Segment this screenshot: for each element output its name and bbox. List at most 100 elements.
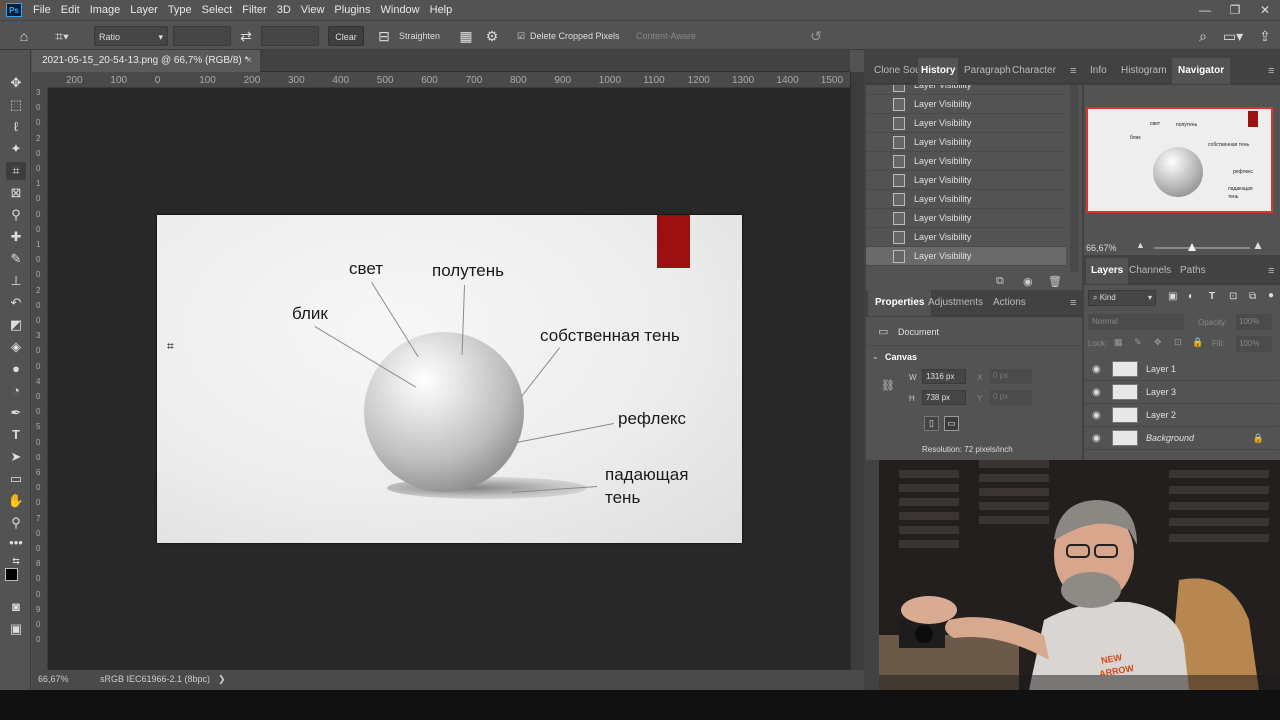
eraser-tool-icon[interactable]: ◩	[6, 316, 26, 334]
height-ratio-field[interactable]	[261, 26, 319, 46]
minimize-button[interactable]: —	[1190, 3, 1220, 17]
zoom-in-icon[interactable]: ▲	[1252, 238, 1264, 252]
navigator-preview[interactable]: свет полутень блик собственная тень рефл…	[1086, 107, 1273, 213]
new-document-from-state-icon[interactable]: ⧉	[996, 275, 1004, 288]
blur-tool-icon[interactable]: ●	[6, 360, 26, 378]
tab-character[interactable]: Character	[1012, 58, 1056, 84]
menu-help[interactable]: Help	[425, 0, 458, 20]
eye-icon[interactable]: ◉	[1092, 358, 1101, 381]
photoshop-logo[interactable]: Ps	[6, 3, 22, 17]
color-profile[interactable]: sRGB IEC61966-2.1 (8bpc)	[100, 674, 210, 684]
tab-info[interactable]: Info	[1090, 58, 1107, 84]
layer-row[interactable]: ◉ Layer 2	[1084, 404, 1278, 427]
lock-all-icon[interactable]: 🔒	[1192, 337, 1203, 348]
layer-row[interactable]: ◉ Background 🔒	[1084, 427, 1278, 450]
crop-tool-icon[interactable]: ⌗	[6, 162, 26, 180]
history-item[interactable]: Layer Visibility	[866, 114, 1066, 133]
layer-row[interactable]: ◉ Layer 3	[1084, 381, 1278, 404]
landscape-orientation-icon[interactable]: ▭	[944, 416, 959, 431]
menu-select[interactable]: Select	[197, 0, 238, 20]
history-item-selected[interactable]: Layer Visibility	[866, 247, 1066, 266]
magic-wand-tool-icon[interactable]: ✦	[6, 140, 26, 158]
healing-brush-tool-icon[interactable]: ✚	[6, 228, 26, 246]
tab-history[interactable]: History	[918, 58, 959, 84]
history-scrollbar[interactable]	[1070, 85, 1078, 273]
gear-icon[interactable]: ⚙	[482, 26, 502, 46]
menu-edit[interactable]: Edit	[56, 0, 85, 20]
opacity-input[interactable]: 100%	[1236, 314, 1272, 330]
more-tools-icon[interactable]: •••	[6, 534, 26, 552]
tab-navigator[interactable]: Navigator	[1172, 58, 1231, 84]
restore-button[interactable]: ❐	[1220, 3, 1250, 17]
brush-tool-icon[interactable]: ✎	[6, 250, 26, 268]
tab-layers[interactable]: Layers	[1086, 258, 1129, 284]
history-item[interactable]: Layer Visibility	[866, 152, 1066, 171]
straighten-button[interactable]: Straighten	[399, 26, 449, 46]
pen-tool-icon[interactable]: ✒	[6, 404, 26, 422]
document-tab[interactable]: 2021-05-15_20-54-13.png @ 66,7% (RGB/8) …	[32, 50, 260, 72]
eye-icon[interactable]: ◉	[1092, 404, 1101, 427]
status-menu-arrow[interactable]: ❯	[218, 674, 226, 685]
menu-image[interactable]: Image	[85, 0, 126, 20]
tab-adjustments[interactable]: Adjustments	[928, 290, 983, 316]
path-selection-tool-icon[interactable]: ➤	[6, 448, 26, 466]
ratio-select[interactable]: Ratio ▾	[94, 26, 168, 46]
menu-layer[interactable]: Layer	[125, 0, 163, 20]
move-tool-icon[interactable]: ✥	[6, 74, 26, 92]
tab-actions[interactable]: Actions	[993, 290, 1026, 316]
ruler-horizontal[interactable]: 200 100 0 100 200 300 400 500 600 700 800 900 1000 11…	[48, 72, 850, 88]
width-input[interactable]: 1316 px	[922, 369, 966, 384]
crop-tool-preset-icon[interactable]: ⌗▾	[48, 26, 76, 46]
history-item[interactable]: Layer Visibility	[866, 133, 1066, 152]
overlay-grid-icon[interactable]: ▦	[456, 26, 476, 46]
close-icon[interactable]: ×	[246, 50, 252, 72]
ruler-origin[interactable]	[32, 72, 48, 88]
layer-filter-select[interactable]: ⌕ Kind ▾	[1088, 290, 1156, 306]
camera-icon[interactable]: ◉	[1023, 275, 1033, 288]
history-item[interactable]: Layer Visibility	[866, 171, 1066, 190]
history-item[interactable]: Layer Visibility	[866, 190, 1066, 209]
home-icon[interactable]: ⌂	[14, 26, 34, 46]
eye-icon[interactable]: ◉	[1092, 381, 1101, 404]
tab-clone-source[interactable]: Clone Sou	[874, 58, 921, 84]
lock-icon[interactable]: 🔒	[1253, 427, 1264, 450]
navigator-panel-menu-icon[interactable]: ≡	[1268, 58, 1274, 84]
lock-transparent-icon[interactable]: ▦	[1114, 337, 1123, 348]
filter-type-icon[interactable]: T	[1209, 291, 1215, 302]
content-aware-label[interactable]: Content-Aware	[636, 26, 706, 46]
straighten-icon[interactable]: ⊟	[374, 26, 394, 46]
height-input[interactable]: 738 px	[922, 390, 966, 405]
clear-button[interactable]: Clear	[328, 26, 364, 46]
tab-channels[interactable]: Channels	[1129, 258, 1171, 284]
filter-shape-icon[interactable]: ⊡	[1229, 291, 1237, 302]
dodge-tool-icon[interactable]: ◔	[6, 382, 26, 400]
history-item[interactable]: Layer Visibility	[866, 209, 1066, 228]
navigator-zoom-slider[interactable]	[1154, 247, 1250, 249]
history-panel-menu-icon[interactable]: ≡	[1070, 58, 1076, 84]
zoom-level[interactable]: 66,67%	[38, 674, 69, 684]
lock-position-icon[interactable]: ✥	[1154, 337, 1162, 348]
filter-toggle-icon[interactable]: ●	[1268, 290, 1274, 301]
filter-pixel-icon[interactable]: ▣	[1168, 291, 1177, 302]
eye-icon[interactable]: ◉	[1092, 427, 1101, 450]
layers-panel-menu-icon[interactable]: ≡	[1268, 258, 1274, 284]
workspace-icon[interactable]: ▭▾	[1218, 26, 1248, 46]
link-icon[interactable]: ⛓	[881, 379, 895, 392]
tab-histogram[interactable]: Histogram	[1121, 58, 1167, 84]
menu-view[interactable]: View	[296, 0, 330, 20]
menu-3d[interactable]: 3D	[272, 0, 296, 20]
zoom-tool-icon[interactable]: ⚲	[6, 514, 26, 532]
width-ratio-field[interactable]	[173, 26, 231, 46]
filter-adjustment-icon[interactable]: ◐	[1188, 291, 1194, 302]
foreground-color-swatch[interactable]	[5, 568, 18, 581]
document-image[interactable]: свет полутень блик собственная тень рефл…	[157, 215, 742, 543]
screen-mode-icon[interactable]: ▣	[6, 620, 26, 638]
type-tool-icon[interactable]: T	[6, 426, 26, 444]
trash-icon[interactable]: 🗑	[1048, 275, 1062, 288]
lock-artboard-icon[interactable]: ⊡	[1174, 337, 1182, 348]
search-icon[interactable]: ⌕	[1193, 26, 1213, 46]
clone-stamp-tool-icon[interactable]: ⊥	[6, 272, 26, 290]
hand-tool-icon[interactable]: ✋	[6, 492, 26, 510]
ruler-vertical[interactable]: 3 0 0 2 0 0 1 0 0 0 1 0 0 2 0 0 3 0 0 4 0 0 5 0 0 6 0 0 7 0 0 8 0 0 9 0 0	[32, 88, 48, 670]
fill-input[interactable]: 100%	[1236, 336, 1272, 352]
